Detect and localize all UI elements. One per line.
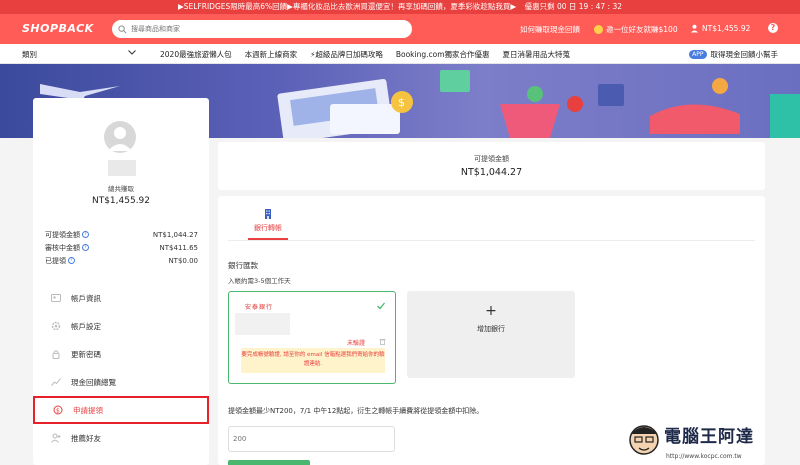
sidebar-item-account-settings[interactable]: 帳戶設定 [33,312,209,340]
stat-row: 審核中金額? NT$411.65 [45,241,198,254]
gear-icon [51,321,61,331]
chevron-down-icon[interactable] [128,50,136,55]
plus-icon: + [485,303,497,319]
add-bank-button[interactable]: + 增加銀行 [407,291,575,378]
sidebar-item-refer-friends[interactable]: 推薦好友 [33,424,209,452]
unverified-badge: 未驗證 [347,340,366,347]
nav-item-travel[interactable]: 2020最強旅遊懶人包 [160,49,232,60]
search-icon [118,24,127,33]
user-card-icon [51,294,61,302]
category-dropdown[interactable]: 類別 [22,49,37,60]
account-balance-link[interactable]: NT$1,455.92 [690,24,750,33]
add-bank-label: 增加銀行 [477,325,505,333]
withdrawable-balance-card: 可提領金額 NT$1,044.27 [218,142,765,190]
submit-button[interactable] [228,460,310,465]
stat-value: NT$411.65 [159,243,198,252]
sidebar-item-label: 現金回饋總覽 [71,377,116,387]
stat-row: 已提領? NT$0.00 [45,254,198,267]
category-nav: 類別 2020最強旅遊懶人包 本週新上線商家 ⚡超級品牌日加碼攻略 Bookin… [0,44,800,64]
tab-divider [228,240,755,241]
account-sidebar: 總共賺取 NT$1,455.92 可提領金額? NT$1,044.27 審核中金… [33,98,209,465]
sidebar-item-withdraw[interactable]: $ 申請提領 [33,396,209,424]
nav-item-new-stores[interactable]: 本週新上線商家 [245,49,298,60]
verification-warning: 要完成帳號驗證, 請至你的 email 信箱點選我們寄給你的驗證連結. [241,348,385,373]
total-earned-label: 總共賺取 [108,185,134,193]
help-icon[interactable]: ? [68,257,75,264]
section-subtitle: 入帳約需3-5個工作天 [228,277,291,285]
add-friend-icon [51,433,61,443]
amount-field[interactable] [228,426,395,452]
search-input[interactable] [131,25,401,33]
watermark: 電腦王阿達 http://www.kocpc.com.tw [626,420,800,465]
lock-icon [52,350,60,359]
tab-label: 銀行轉帳 [254,224,282,232]
search-bar[interactable] [112,20,412,38]
withdrawable-value: NT$1,044.27 [460,167,523,178]
how-to-earn-link[interactable]: 如何賺取現金回饋 [520,24,580,35]
bank-account-card[interactable]: 安泰銀行 未驗證 要完成帳號驗證, 請至你的 email 信箱點選我們寄給你的驗… [228,291,396,384]
total-earned-value: NT$1,455.92 [91,196,151,206]
stat-row: 可提領金額? NT$1,044.27 [45,228,198,241]
sidebar-item-label: 申請提領 [73,405,103,415]
promo-bar[interactable]: ▶SELFRIDGES限時最高6%回饋▶專櫃化妝品比去歐洲買還便宜！再享加碼回饋… [0,0,800,14]
chart-icon [51,378,61,386]
nav-items: 2020最強旅遊懶人包 本週新上線商家 ⚡超級品牌日加碼攻略 Booking.c… [160,49,583,60]
logo[interactable]: SHOPBACK [22,22,94,35]
header: SHOPBACK 如何賺取現金回饋 邀一位好友就賺$100 NT$1,455.9… [0,14,800,44]
app-badge: APP [689,50,707,59]
nav-item-brand-day[interactable]: ⚡超級品牌日加碼攻略 [310,49,383,60]
sidebar-item-cashback-overview[interactable]: 現金回饋總覽 [33,368,209,396]
svg-text:$: $ [56,408,60,415]
sidebar-item-label: 帳戶資訊 [71,293,101,303]
app-helper-link[interactable]: APP 取得現金回饋小幫手 [689,49,778,60]
check-icon [377,302,385,310]
tab-bank-transfer[interactable]: 銀行轉帳 [248,208,288,233]
amount-input[interactable] [233,428,383,450]
sidebar-menu: 帳戶資訊 帳戶設定 更新密碼 現金回饋總覽 $ 申請提領 推薦好友 [33,284,209,452]
bank-icon [265,209,271,219]
how-to-earn-label: 如何賺取現金回饋 [520,25,580,34]
nav-item-booking[interactable]: Booking.com獨家合作優惠 [396,49,490,60]
withdraw-icon: $ [53,405,63,415]
stat-label: 已提領 [45,256,66,265]
watermark-text: 電腦王阿達 [664,427,754,447]
account-number-blurred [235,313,290,335]
stat-label: 可提領金額 [45,230,80,239]
sidebar-item-label: 更新密碼 [71,349,101,359]
withdraw-notice: 提領金額最少NT200，7/1 中午12點起，衍生之轉帳手續費將從提領金額中扣除… [228,407,484,415]
coin-icon [594,25,603,34]
avatar-placeholder-icon [108,127,132,151]
user-icon [690,24,699,33]
svg-text:$: $ [398,96,405,109]
promo-text[interactable]: ▶SELFRIDGES限時最高6%回饋▶專櫃化妝品比去歐洲買還便宜！再享加碼回饋… [178,0,516,14]
withdrawable-label: 可提領金額 [474,155,509,163]
username-blurred [108,160,136,176]
sidebar-item-account-info[interactable]: 帳戶資訊 [33,284,209,312]
invite-label: 邀一位好友就賺$100 [606,25,678,34]
promo-timer: 優惠只剩 00 日 19 : 47 : 32 [524,2,622,11]
watermark-url: http://www.kocpc.com.tw [666,453,742,460]
sidebar-item-label: 帳戶設定 [71,321,101,331]
account-balance: NT$1,455.92 [702,24,751,33]
help-icon[interactable]: ? [768,23,778,33]
stat-value: NT$1,044.27 [152,230,198,239]
invite-friend-link[interactable]: 邀一位好友就賺$100 [594,24,678,35]
sidebar-item-label: 推薦好友 [71,433,101,443]
section-title: 銀行匯款 [228,261,258,270]
bank-logo: 安泰銀行 [245,304,274,311]
nav-item-summer[interactable]: 夏日消暑用品大特蒐 [503,49,571,60]
help-icon[interactable]: ? [82,231,89,238]
sidebar-item-update-password[interactable]: 更新密碼 [33,340,209,368]
stat-label: 審核中金額 [45,243,80,252]
mascot-icon [629,425,659,455]
trash-icon[interactable] [379,338,386,345]
help-icon[interactable]: ? [82,244,89,251]
stat-value: NT$0.00 [168,256,198,265]
app-helper-label: 取得現金回饋小幫手 [710,50,779,59]
balance-stats: 可提領金額? NT$1,044.27 審核中金額? NT$411.65 已提領?… [45,228,198,267]
avatar [104,121,136,153]
